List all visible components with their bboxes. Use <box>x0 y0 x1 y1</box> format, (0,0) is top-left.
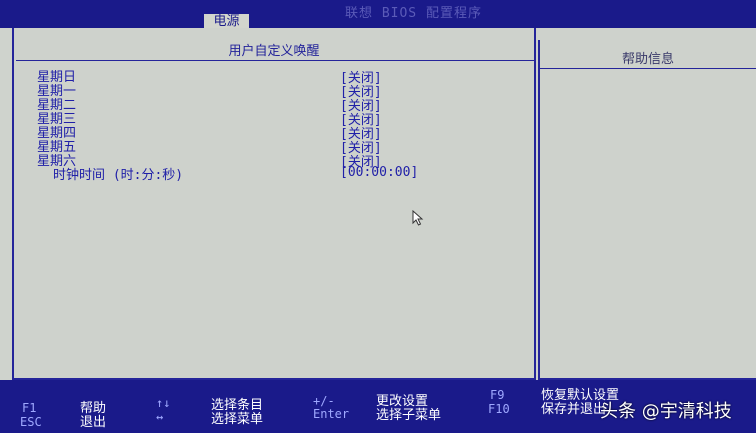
key-f1: F1 <box>22 401 37 415</box>
key-plus-minus: +/- <box>313 394 335 408</box>
key-left-right-desc: 选择菜单 <box>211 412 264 427</box>
help-panel <box>538 40 756 380</box>
divider <box>540 68 756 69</box>
key-esc-desc: 退出 <box>80 415 107 430</box>
top-bar: 联想 BIOS 配置程序 电源 <box>0 0 756 29</box>
divider <box>16 60 534 61</box>
tab-power[interactable]: 电源 <box>203 13 250 29</box>
settings-panel <box>12 28 536 380</box>
help-title: 帮助信息 <box>621 52 674 67</box>
bios-title: 联想 BIOS 配置程序 <box>345 6 482 21</box>
key-f9: F9 <box>490 388 505 402</box>
mouse-cursor-icon <box>412 210 424 226</box>
key-left-right: ↔ <box>156 410 164 424</box>
bios-screen: 联想 BIOS 配置程序 电源 用户自定义唤醒 帮助信息 星期日 [关闭] 星期… <box>0 0 756 433</box>
key-f10: F10 <box>488 402 510 416</box>
key-esc: ESC <box>20 415 42 429</box>
key-enter: Enter <box>313 407 350 421</box>
key-up-down: ↑↓ <box>156 396 171 410</box>
setting-label-clock-time[interactable]: 时钟时间 (时:分:秒) <box>53 164 183 183</box>
watermark: 头条 @宇清科技 <box>600 401 732 422</box>
key-f10-desc: 保存并退出 <box>541 402 607 417</box>
key-enter-desc: 选择子菜单 <box>376 408 442 423</box>
setting-value-clock-time[interactable]: [00:00:00] <box>340 165 418 180</box>
section-title: 用户自定义唤醒 <box>228 44 320 59</box>
